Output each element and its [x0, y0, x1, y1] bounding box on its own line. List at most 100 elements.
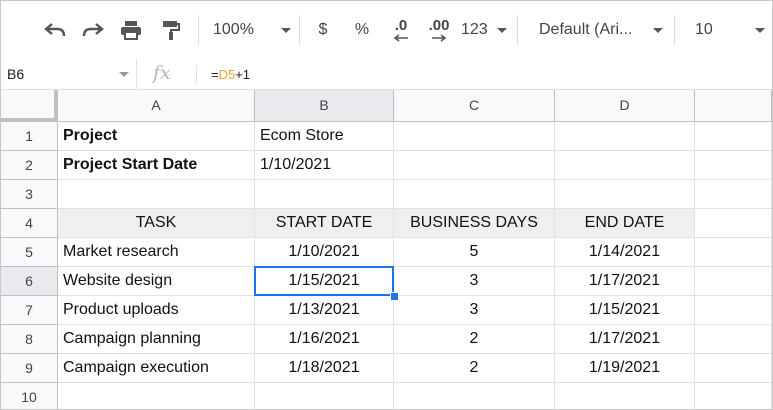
percent-format-button[interactable]: % [350, 11, 374, 49]
font-family-select[interactable]: Default (Ari... [539, 11, 663, 49]
increase-decimal-label: .00 [428, 17, 450, 34]
cell-e10[interactable] [695, 383, 772, 409]
row-header-10[interactable]: 10 [1, 383, 58, 409]
cell-a10[interactable] [58, 383, 255, 409]
more-formats-select[interactable]: 123 [461, 11, 507, 49]
font-size-value: 10 [695, 21, 713, 38]
font-family-value: Default (Ari... [539, 21, 633, 38]
currency-label: $ [318, 21, 328, 38]
fill-handle[interactable] [390, 292, 399, 301]
cell-e5[interactable] [695, 238, 772, 267]
formula-input[interactable]: =D5+1 [211, 67, 250, 82]
arrow-right-icon [432, 34, 447, 42]
decrease-decimal-button[interactable]: .0 [386, 11, 416, 49]
row-header-6[interactable]: 6 [1, 267, 58, 296]
cell-d7[interactable]: 1/15/2021 [555, 296, 695, 325]
toolbar-divider [674, 15, 675, 45]
column-header-c[interactable]: C [394, 90, 555, 122]
row-header-1[interactable]: 1 [1, 122, 58, 151]
cell-d2[interactable] [555, 151, 695, 180]
cell-b7[interactable]: 1/13/2021 [255, 296, 394, 325]
formula-reference: D5 [218, 67, 236, 82]
name-box[interactable]: B6 [1, 59, 137, 89]
chevron-down-icon [653, 27, 663, 33]
row-header-4[interactable]: 4 [1, 209, 58, 238]
cell-c3[interactable] [394, 180, 555, 209]
row-header-3[interactable]: 3 [1, 180, 58, 209]
cell-reference: B6 [7, 66, 25, 82]
column-header-b[interactable]: B [255, 90, 394, 122]
cell-e3[interactable] [695, 180, 772, 209]
cell-b10[interactable] [255, 383, 394, 409]
cell-e7[interactable] [695, 296, 772, 325]
cell-e8[interactable] [695, 325, 772, 354]
cell-a9[interactable]: Campaign execution [58, 354, 255, 383]
cell-b5[interactable]: 1/10/2021 [255, 238, 394, 267]
cell-d1[interactable] [555, 122, 695, 151]
currency-format-button[interactable]: $ [311, 11, 335, 49]
cell-a3[interactable] [58, 180, 255, 209]
percent-label: % [354, 21, 370, 38]
cell-a6[interactable]: Website design [58, 267, 255, 296]
zoom-select[interactable]: 100% [213, 11, 291, 49]
font-size-select[interactable]: 10 [695, 11, 765, 49]
cell-d6[interactable]: 1/17/2021 [555, 267, 695, 296]
toolbar: 100% $ % .0 .00 123 Default (Ari... 10 [1, 1, 772, 60]
cell-d9[interactable]: 1/19/2021 [555, 354, 695, 383]
cell-b3[interactable] [255, 180, 394, 209]
cell-c6[interactable]: 3 [394, 267, 555, 296]
column-header-d[interactable]: D [555, 90, 695, 122]
row-header-7[interactable]: 7 [1, 296, 58, 325]
formula-suffix: +1 [235, 67, 251, 82]
chevron-down-icon [119, 72, 129, 77]
undo-icon[interactable] [39, 11, 71, 49]
row-header-5[interactable]: 5 [1, 238, 58, 267]
cell-c4[interactable]: BUSINESS DAYS [394, 209, 555, 238]
cell-e6[interactable] [695, 267, 772, 296]
cell-b2[interactable]: 1/10/2021 [255, 151, 394, 180]
cell-d3[interactable] [555, 180, 695, 209]
cell-a7[interactable]: Product uploads [58, 296, 255, 325]
cell-a1[interactable]: Project [58, 122, 255, 151]
column-header-e[interactable] [695, 90, 772, 122]
cell-b6[interactable]: 1/15/2021 [255, 267, 394, 296]
cell-c8[interactable]: 2 [394, 325, 555, 354]
cell-c5[interactable]: 5 [394, 238, 555, 267]
cell-e4[interactable] [695, 209, 772, 238]
cell-c1[interactable] [394, 122, 555, 151]
cell-e1[interactable] [695, 122, 772, 151]
cell-d4[interactable]: END DATE [555, 209, 695, 238]
row-header-9[interactable]: 9 [1, 354, 58, 383]
increase-decimal-button[interactable]: .00 [423, 11, 455, 49]
row-header-2[interactable]: 2 [1, 151, 58, 180]
arrow-left-icon [393, 34, 408, 42]
cell-a4[interactable]: TASK [58, 209, 255, 238]
cell-a2[interactable]: Project Start Date [58, 151, 255, 180]
cell-c10[interactable] [394, 383, 555, 409]
redo-icon[interactable] [77, 11, 109, 49]
row-header-8[interactable]: 8 [1, 325, 58, 354]
chevron-down-icon [497, 27, 507, 33]
cell-b8[interactable]: 1/16/2021 [255, 325, 394, 354]
cell-e2[interactable] [695, 151, 772, 180]
paint-format-icon[interactable] [155, 11, 187, 49]
cell-b1[interactable]: Ecom Store [255, 122, 394, 151]
fx-icon: fx [153, 62, 171, 84]
cell-c7[interactable]: 3 [394, 296, 555, 325]
cell-c9[interactable]: 2 [394, 354, 555, 383]
formula-prefix: = [211, 67, 219, 82]
print-icon[interactable] [115, 11, 147, 49]
cell-e9[interactable] [695, 354, 772, 383]
cell-a5[interactable]: Market research [58, 238, 255, 267]
spreadsheet-window: 100% $ % .0 .00 123 Default (Ari... 10 B… [0, 0, 773, 410]
cell-c2[interactable] [394, 151, 555, 180]
cell-d5[interactable]: 1/14/2021 [555, 238, 695, 267]
cell-d8[interactable]: 1/17/2021 [555, 325, 695, 354]
toolbar-divider [198, 15, 199, 45]
cell-a8[interactable]: Campaign planning [58, 325, 255, 354]
column-header-a[interactable]: A [58, 90, 255, 122]
cell-d10[interactable] [555, 383, 695, 409]
select-all-corner[interactable] [1, 90, 58, 122]
cell-b9[interactable]: 1/18/2021 [255, 354, 394, 383]
cell-b4[interactable]: START DATE [255, 209, 394, 238]
